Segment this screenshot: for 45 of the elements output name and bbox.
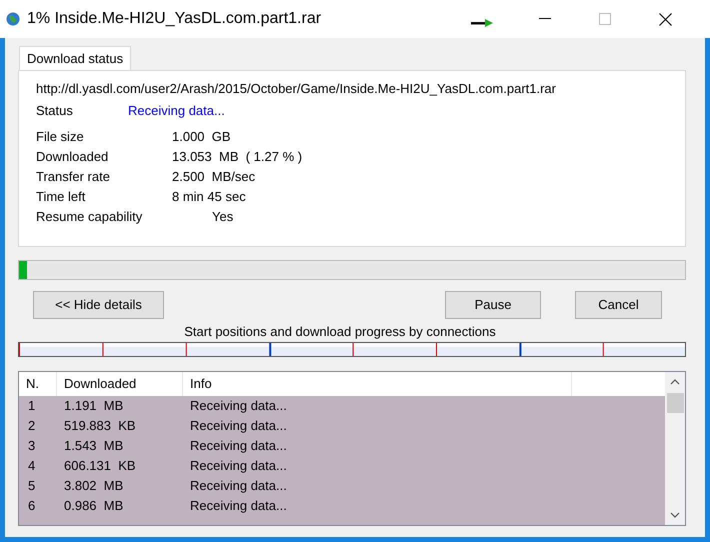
detail-value: 8 min 45 sec xyxy=(172,188,246,206)
detail-value: 2.500 MB/sec xyxy=(172,168,256,186)
table-cell-text: 1.543 MB xyxy=(63,437,124,456)
detail-label: Resume capability xyxy=(36,208,144,226)
scroll-down-icon[interactable] xyxy=(670,512,680,518)
table-cell-text: 3 xyxy=(27,437,36,456)
tab[interactable]: Download status xyxy=(19,46,132,70)
url-text: http://dl.yasdl.com/user2/Arash/2015/October/Game/Inside.Me-HI2U_YasDL.com.part1.rar xyxy=(36,80,557,98)
table-cell-text: Receiving data... xyxy=(189,497,287,516)
status-label: Status xyxy=(36,102,74,120)
minimize-icon[interactable] xyxy=(539,18,552,20)
table-cell-text: Receiving data... xyxy=(189,477,287,496)
detail-value: 1.000 GB xyxy=(172,128,231,146)
detail-label: Time left xyxy=(36,188,86,206)
table-cell-text: 519.883 KB xyxy=(63,417,137,436)
cancel-button[interactable]: Cancel xyxy=(575,291,662,319)
scroll-thumb[interactable] xyxy=(666,393,684,413)
table-cell-text: 1 xyxy=(27,397,36,416)
table-cell-text: 4 xyxy=(27,457,36,476)
detail-label: Transfer rate xyxy=(36,168,111,186)
table-cell-text: Receiving data... xyxy=(189,457,287,476)
globe-icon xyxy=(5,11,21,27)
table-cell-text: 606.131 KB xyxy=(63,457,137,476)
table-cell-text: 2 xyxy=(27,417,36,436)
scrollbar[interactable] xyxy=(665,372,685,525)
table-cell-text: 5 xyxy=(27,477,36,496)
hide-details-button[interactable]: << Hide details xyxy=(33,291,164,319)
table-cell-text: 6 xyxy=(27,497,36,516)
arrow-icon xyxy=(471,19,494,27)
table-cell-text: 3.802 MB xyxy=(63,477,124,496)
status-value: Receiving data... xyxy=(128,102,225,120)
connections-caption: Start positions and download progress by connections xyxy=(184,323,496,342)
table-cell-text: 1.191 MB xyxy=(63,397,124,416)
detail-label: File size xyxy=(36,128,85,146)
scroll-up-icon[interactable] xyxy=(670,379,680,385)
table-cell-text: 0.986 MB xyxy=(63,497,124,516)
detail-label: Downloaded xyxy=(36,148,110,166)
pause-button[interactable]: Pause xyxy=(445,291,541,319)
window-title: 1% Inside.Me-HI2U_YasDL.com.part1.rar xyxy=(27,9,322,29)
detail-value: 13.053 MB ( 1.27 % ) xyxy=(172,148,302,166)
table-cell-text: Receiving data... xyxy=(189,437,287,456)
table-cell-text: Receiving data... xyxy=(189,397,287,416)
detail-value: Yes xyxy=(212,208,234,226)
close-icon[interactable] xyxy=(659,12,672,26)
table-cell-text: Receiving data... xyxy=(189,417,287,436)
